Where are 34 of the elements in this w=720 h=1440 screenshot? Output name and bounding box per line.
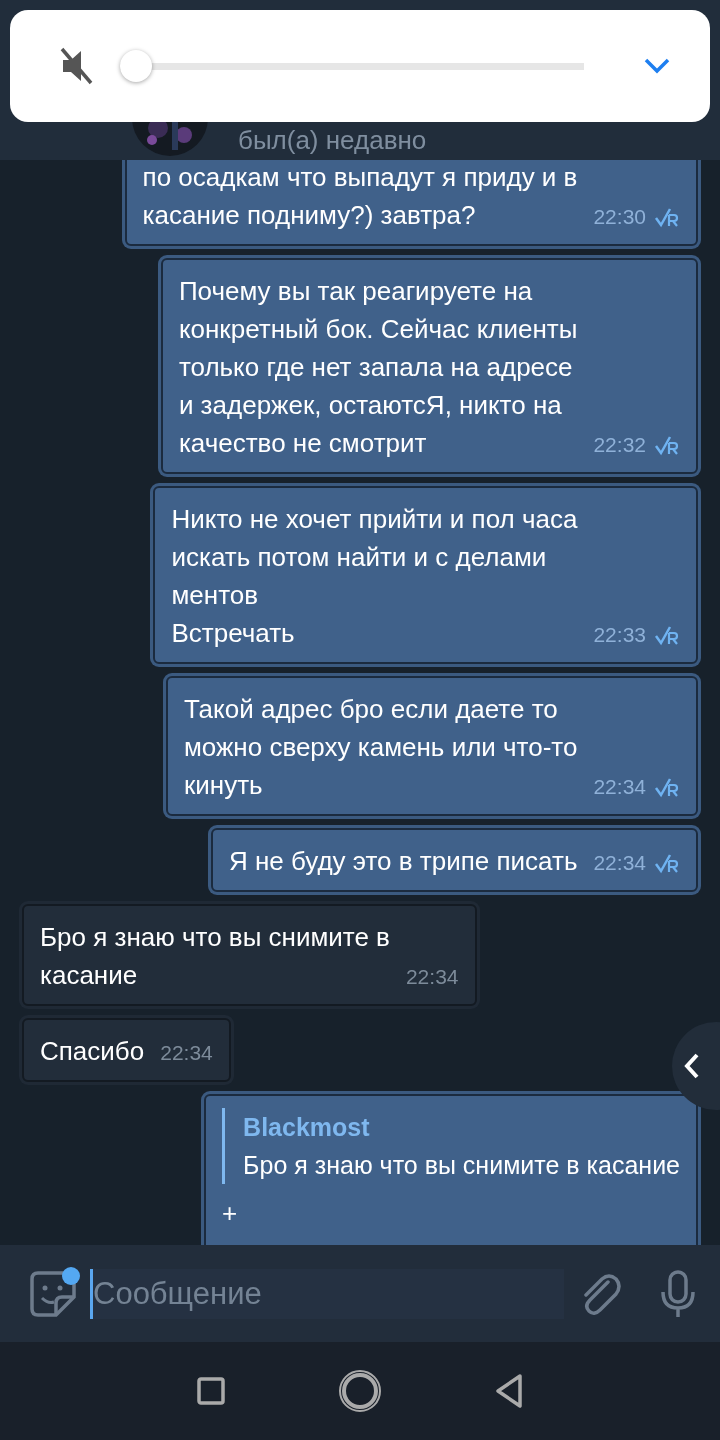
read-check-icon (654, 206, 680, 228)
reply-quote[interactable]: Blackmost Бро я знаю что вы снимите в касание (222, 1108, 680, 1184)
chevron-down-icon[interactable] (644, 58, 670, 74)
message-time: 22:34 (593, 850, 646, 876)
message-time: 22:32 (593, 432, 646, 458)
circle-icon[interactable] (338, 1369, 382, 1413)
message-text: по осадкам что выпадут я приду и в касание подниму?) завтра? (142, 161, 578, 232)
microphone-icon[interactable] (660, 1269, 696, 1318)
message-text: Спасибо (40, 1035, 145, 1068)
message-time: 22:30 (593, 204, 646, 230)
read-check-icon (654, 624, 680, 646)
message-time: 22:33 (593, 622, 646, 648)
message-text: Такой адрес бро если даете то можно сверху камень или что-то кинуть (183, 693, 578, 802)
chevron-left-icon (684, 1053, 700, 1079)
read-check-icon (654, 434, 680, 456)
message-time: 22:34 (593, 774, 646, 800)
message-field[interactable]: Сообщение (90, 1268, 564, 1319)
message-text: Никто не хочет прийти и пол часа искать потом найти и с делами ментов Встречать (171, 503, 578, 650)
reply-text: Бро я знаю что вы снимите в касание (243, 1150, 680, 1181)
contact-status: был(а) недавно (238, 125, 427, 156)
message-text: Я не буду это в трипе писать (228, 845, 578, 878)
square-icon[interactable] (196, 1377, 225, 1405)
slider-thumb[interactable] (120, 50, 152, 82)
reply-author: Blackmost (243, 1112, 371, 1143)
back-icon[interactable] (495, 1373, 524, 1409)
message-text: Бро я знаю что вы снимите в касание (40, 921, 390, 992)
read-check-icon (654, 852, 680, 874)
sticker-icon[interactable] (30, 1270, 76, 1317)
message-text: Почему вы так реагируете на конкретный бок. Сейчас клиенты только где нет запала на адресе и задержек, остаютсЯ, никто на качество не смотрит (178, 275, 578, 460)
read-check-icon (654, 776, 680, 798)
mute-icon[interactable] (60, 47, 94, 85)
message-time: 22:34 (405, 964, 459, 990)
message-text: + (222, 1197, 239, 1230)
message-time: 22:34 (160, 1040, 213, 1066)
